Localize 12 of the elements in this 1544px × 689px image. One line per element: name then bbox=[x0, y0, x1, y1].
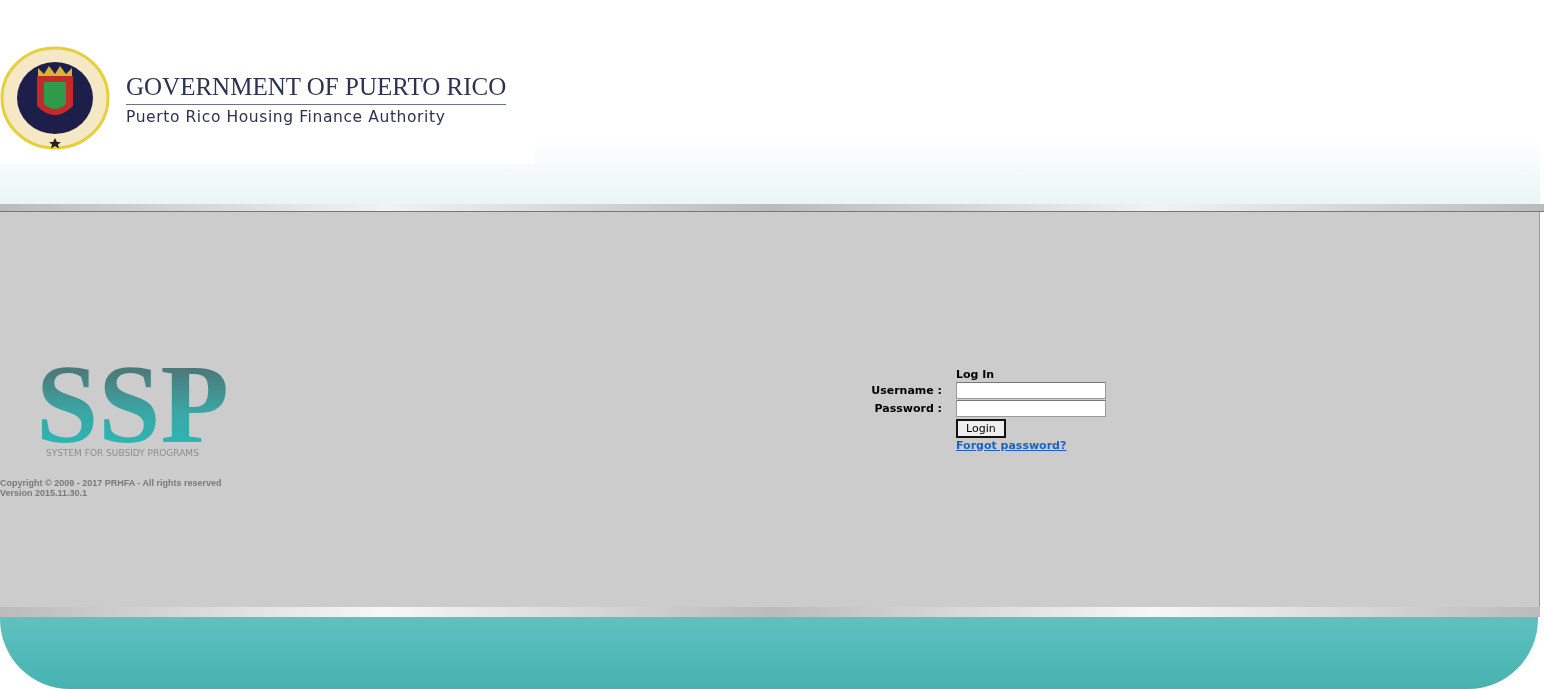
forgot-password-link[interactable]: Forgot password? bbox=[956, 438, 1067, 452]
username-field[interactable] bbox=[956, 381, 1106, 399]
logo-tagline: SYSTEM FOR SUBSIDY PROGRAMS bbox=[46, 447, 199, 458]
government-title: GOVERNMENT OF PUERTO RICO bbox=[126, 73, 507, 105]
copyright-text: Copyright © 2009 - 2017 PRHFA - All rights reserved bbox=[0, 477, 222, 488]
version-text: Version 2015.11.30.1 bbox=[0, 487, 88, 498]
login-button[interactable]: Login bbox=[956, 418, 1006, 438]
agency-subtitle: Puerto Rico Housing Finance Authority bbox=[126, 108, 447, 126]
field-label: Username : bbox=[870, 383, 942, 397]
field-label: Password : bbox=[873, 401, 942, 415]
login-heading: Log In bbox=[956, 367, 995, 381]
password-field[interactable] bbox=[956, 399, 1106, 417]
